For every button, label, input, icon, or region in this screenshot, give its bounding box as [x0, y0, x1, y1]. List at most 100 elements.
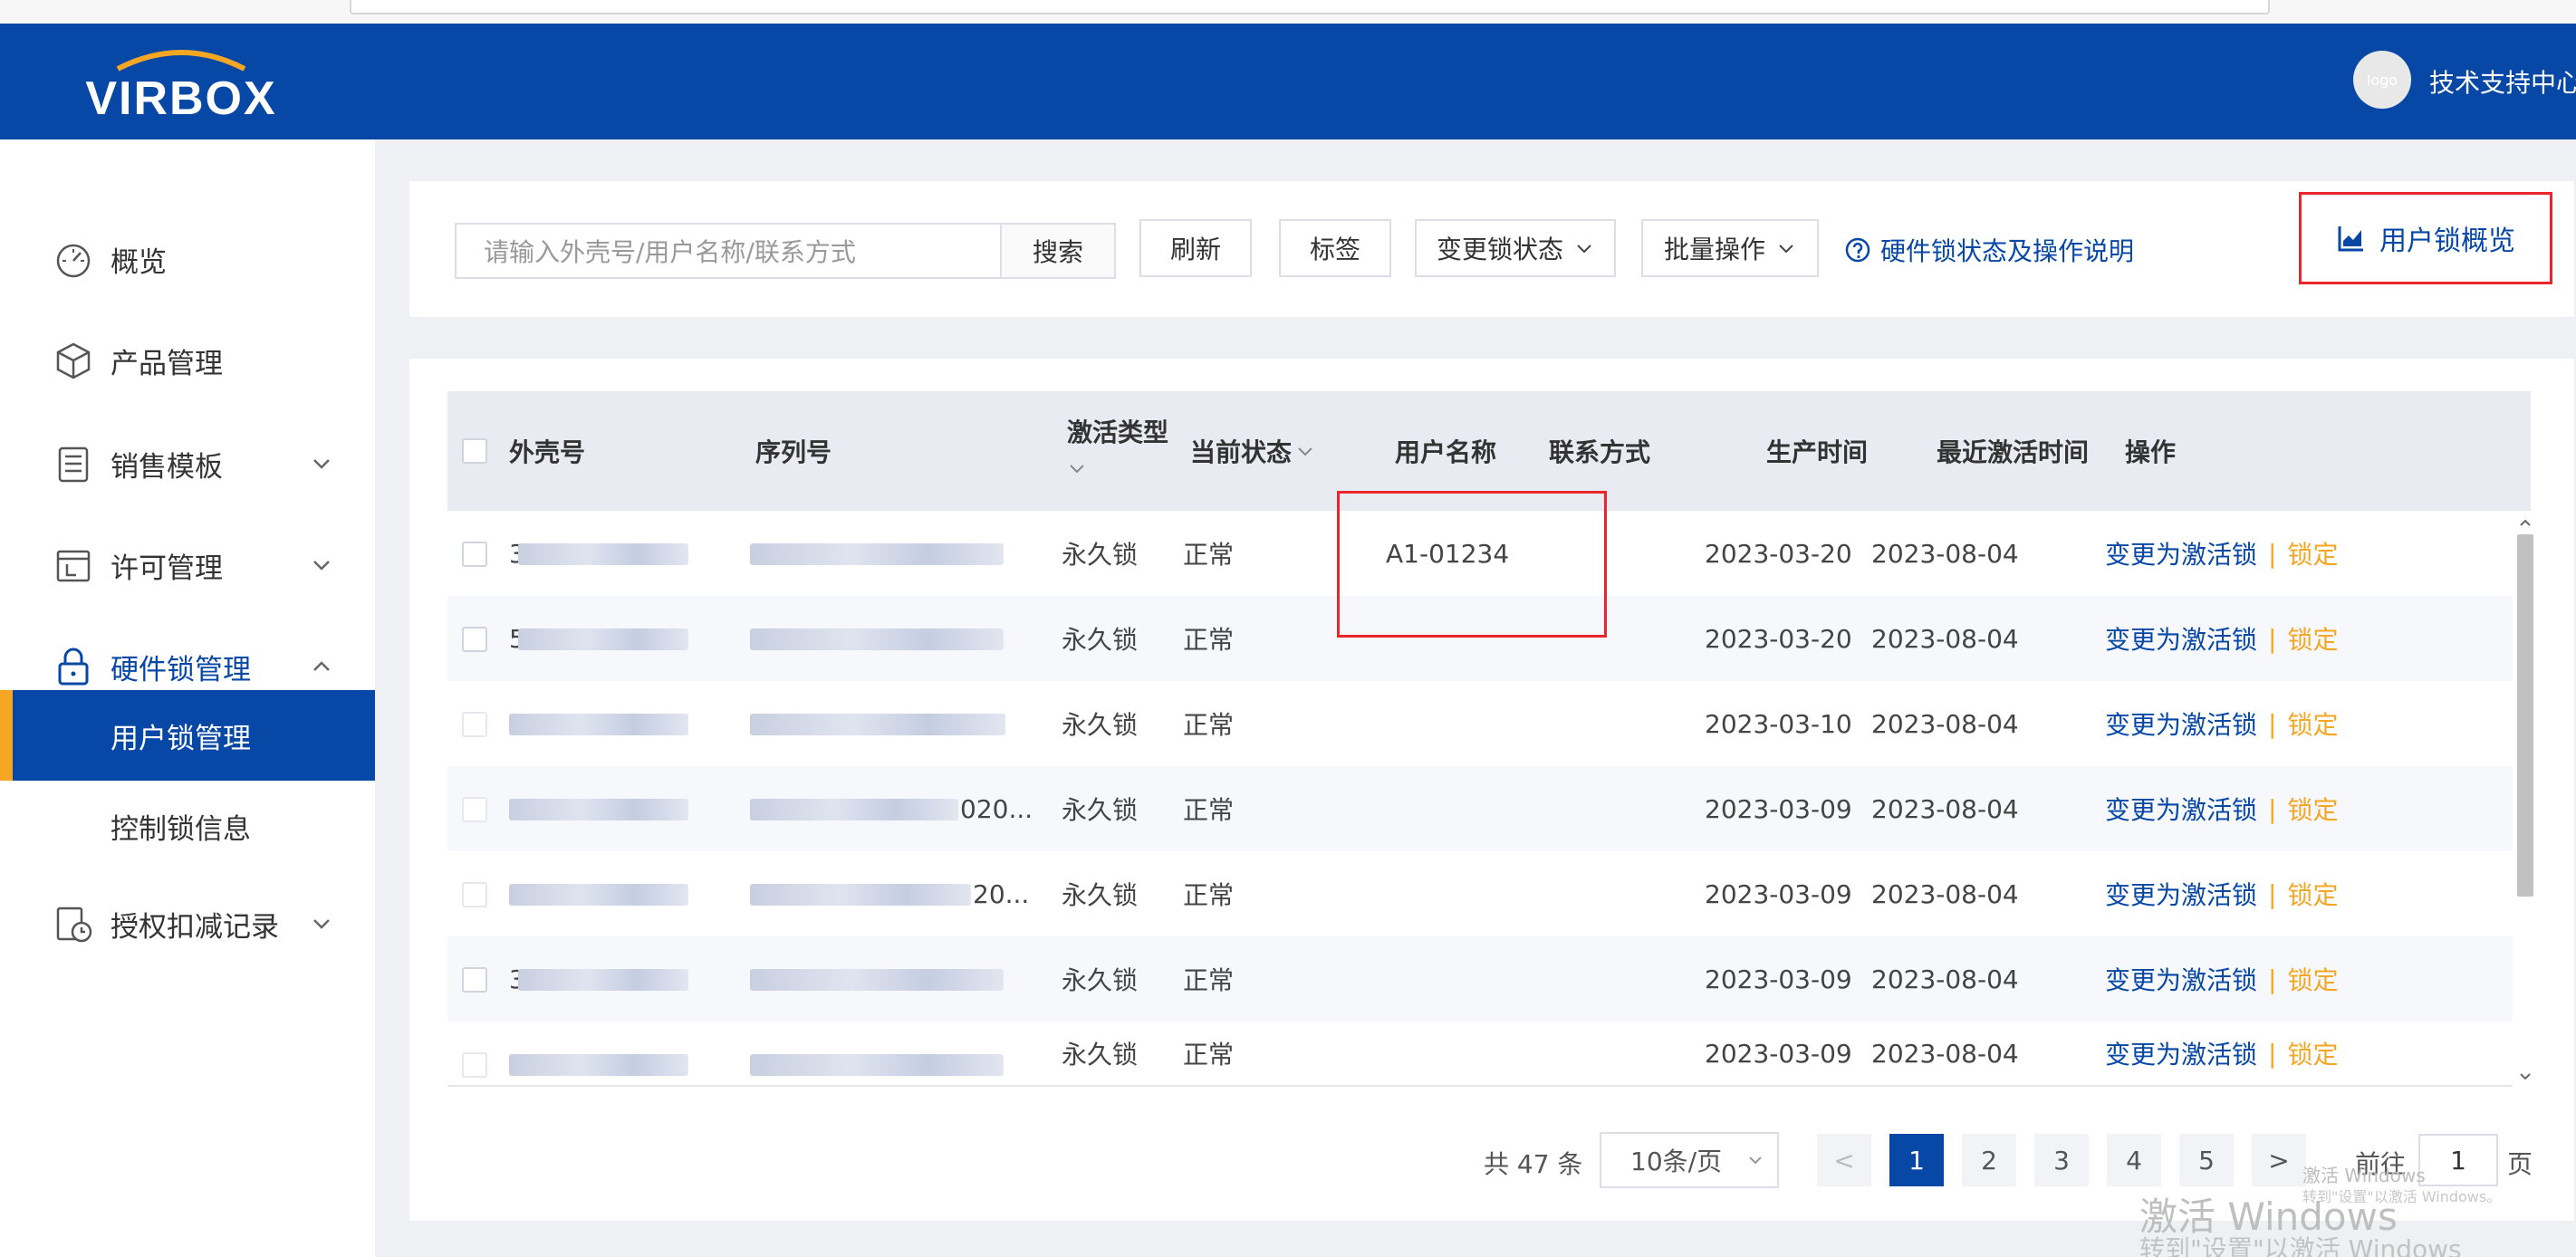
- action-separator: |: [2268, 708, 2277, 739]
- shell-number-blurred: [518, 628, 688, 650]
- table-row[interactable]: 3 永久锁 正常 2023-03-09 2023-08-04 变更为激活锁 | …: [447, 936, 2513, 1022]
- status: 正常: [1183, 710, 1235, 740]
- sidebar-subitem-user-lock[interactable]: 用户锁管理: [0, 690, 375, 781]
- chevron-down-icon: [1779, 245, 1793, 254]
- table-row[interactable]: 永久锁 正常 2023-03-09 2023-08-04 变更为激活锁 | 锁定: [447, 1022, 2513, 1085]
- lock-icon: [58, 648, 89, 686]
- search-input[interactable]: 请输入外壳号/用户名称/联系方式: [455, 223, 1002, 279]
- tag-button[interactable]: 标签: [1279, 219, 1391, 277]
- row-checkbox[interactable]: [462, 627, 487, 652]
- column-header-sortable[interactable]: 当前状态: [1190, 391, 1315, 511]
- serial-number-blurred: [750, 1054, 1004, 1076]
- change-to-activation-link[interactable]: 变更为激活锁: [2105, 1035, 2257, 1071]
- row-checkbox[interactable]: [462, 967, 487, 993]
- activation-type: 永久锁: [1062, 710, 1139, 740]
- sidebar-item-products[interactable]: 产品管理: [0, 317, 375, 404]
- row-actions: 变更为激活锁 | 锁定: [2105, 596, 2338, 681]
- search-button[interactable]: 搜索: [1000, 223, 1116, 279]
- row-checkbox[interactable]: [462, 712, 487, 737]
- chevron-down-icon: [1749, 1156, 1762, 1165]
- select-all-checkbox[interactable]: [462, 438, 487, 464]
- scrollbar-thumb[interactable]: [2517, 534, 2533, 897]
- row-checkbox[interactable]: [462, 882, 487, 907]
- change-to-activation-link[interactable]: 变更为激活锁: [2105, 876, 2257, 912]
- page-1-button[interactable]: 1: [1889, 1134, 1944, 1186]
- column-header-sortable[interactable]: 激活类型: [1067, 391, 1168, 511]
- batch-dropdown[interactable]: 批量操作: [1641, 219, 1819, 277]
- column-header: 操作: [2125, 437, 2177, 467]
- table-bottom-border: [447, 1085, 2513, 1087]
- pagination-total: 共 47 条: [1484, 1149, 1583, 1179]
- sidebar-item-label: 许可管理: [111, 552, 223, 585]
- row-actions: 变更为激活锁 | 锁定: [2105, 681, 2338, 766]
- lock-link[interactable]: 锁定: [2287, 876, 2338, 912]
- sidebar-subitem-control-lock[interactable]: 控制锁信息: [0, 781, 375, 871]
- lock-link[interactable]: 锁定: [2287, 1035, 2338, 1071]
- goto-page-input[interactable]: 1: [2418, 1134, 2498, 1186]
- row-checkbox[interactable]: [462, 542, 487, 567]
- sidebar-item-sales-template[interactable]: 销售模板: [0, 420, 375, 507]
- page-4-button[interactable]: 4: [2107, 1134, 2161, 1186]
- page-3-button[interactable]: 3: [2034, 1134, 2089, 1186]
- serial-number-blurred: [750, 543, 1004, 565]
- page-size-select[interactable]: 10条/页: [1600, 1132, 1779, 1188]
- sidebar-item-license[interactable]: 许可管理: [0, 522, 375, 609]
- row-actions: 变更为激活锁 | 锁定: [2105, 511, 2338, 596]
- serial-number-blurred: [750, 799, 958, 820]
- chevron-down-icon: [313, 459, 330, 469]
- sidebar-item-overview[interactable]: 概览: [0, 216, 375, 302]
- template-icon: [58, 446, 89, 483]
- chevron-up-icon: [313, 661, 330, 671]
- sidebar-item-auth-records[interactable]: 授权扣减记录: [0, 880, 375, 967]
- lock-link[interactable]: 锁定: [2287, 961, 2338, 997]
- activation-date: 2023-08-04: [1871, 878, 2019, 909]
- user-lock-overview-button[interactable]: 用户锁概览: [2299, 192, 2552, 284]
- production-date: 2023-03-20: [1705, 623, 1852, 654]
- table-row[interactable]: 20... 永久锁 正常 2023-03-09 2023-08-04 变更为激活…: [447, 851, 2513, 936]
- production-date: 2023-03-09: [1705, 793, 1852, 824]
- column-header: 生产时间: [1766, 437, 1869, 467]
- lock-link[interactable]: 锁定: [2287, 791, 2338, 827]
- user-name[interactable]: 技术支持中心: [2429, 63, 2576, 100]
- browser-strip: [0, 0, 2576, 24]
- production-date: 2023-03-09: [1705, 964, 1852, 994]
- page-2-button[interactable]: 2: [1962, 1134, 2016, 1186]
- change-to-activation-link[interactable]: 变更为激活锁: [2105, 791, 2257, 827]
- change-to-activation-link[interactable]: 变更为激活锁: [2105, 961, 2257, 997]
- activation-type: 永久锁: [1062, 880, 1139, 910]
- action-separator: |: [2268, 1038, 2277, 1069]
- history-icon: [56, 907, 92, 943]
- activation-type: 永久锁: [1062, 1040, 1139, 1070]
- lock-link[interactable]: 锁定: [2287, 620, 2338, 657]
- shell-number-blurred: [509, 799, 688, 820]
- next-page-button[interactable]: >: [2252, 1134, 2306, 1186]
- row-checkbox[interactable]: [462, 797, 487, 822]
- change-to-activation-link[interactable]: 变更为激活锁: [2105, 535, 2257, 571]
- batch-label: 批量操作: [1663, 235, 1765, 264]
- change-to-activation-link[interactable]: 变更为激活锁: [2105, 620, 2257, 657]
- chevron-down-icon: [313, 919, 330, 929]
- row-checkbox[interactable]: [462, 1052, 487, 1078]
- page-5-button[interactable]: 5: [2179, 1134, 2234, 1186]
- help-link[interactable]: 硬件锁状态及操作说明: [1844, 232, 2134, 268]
- overview-label: 用户锁概览: [2379, 225, 2515, 257]
- sidebar: 概览 产品管理 销售模板 许可管理 硬件锁管理 用户锁管理 控制锁信息 授权扣减…: [0, 139, 375, 1257]
- lock-link[interactable]: 锁定: [2287, 535, 2338, 571]
- change-status-dropdown[interactable]: 变更锁状态: [1415, 219, 1616, 277]
- shell-number-blurred: [509, 714, 688, 735]
- table-row[interactable]: 020... 永久锁 正常 2023-03-09 2023-08-04 变更为激…: [447, 766, 2513, 851]
- serial-number-blurred: [750, 714, 1005, 735]
- status: 正常: [1183, 625, 1235, 655]
- refresh-button[interactable]: 刷新: [1139, 219, 1252, 277]
- prev-page-button[interactable]: <: [1817, 1134, 1871, 1186]
- sidebar-item-label: 授权扣减记录: [111, 910, 279, 944]
- table-row[interactable]: 永久锁 正常 2023-03-10 2023-08-04 变更为激活锁 | 锁定: [447, 681, 2513, 766]
- license-icon: [56, 550, 91, 582]
- address-bar[interactable]: [350, 0, 2270, 14]
- avatar[interactable]: logo: [2353, 51, 2411, 109]
- action-separator: |: [2268, 538, 2277, 569]
- shell-number-blurred: [518, 969, 688, 991]
- change-to-activation-link[interactable]: 变更为激活锁: [2105, 705, 2257, 742]
- lock-link[interactable]: 锁定: [2287, 705, 2338, 742]
- sidebar-item-label: 硬件锁管理: [111, 653, 251, 686]
